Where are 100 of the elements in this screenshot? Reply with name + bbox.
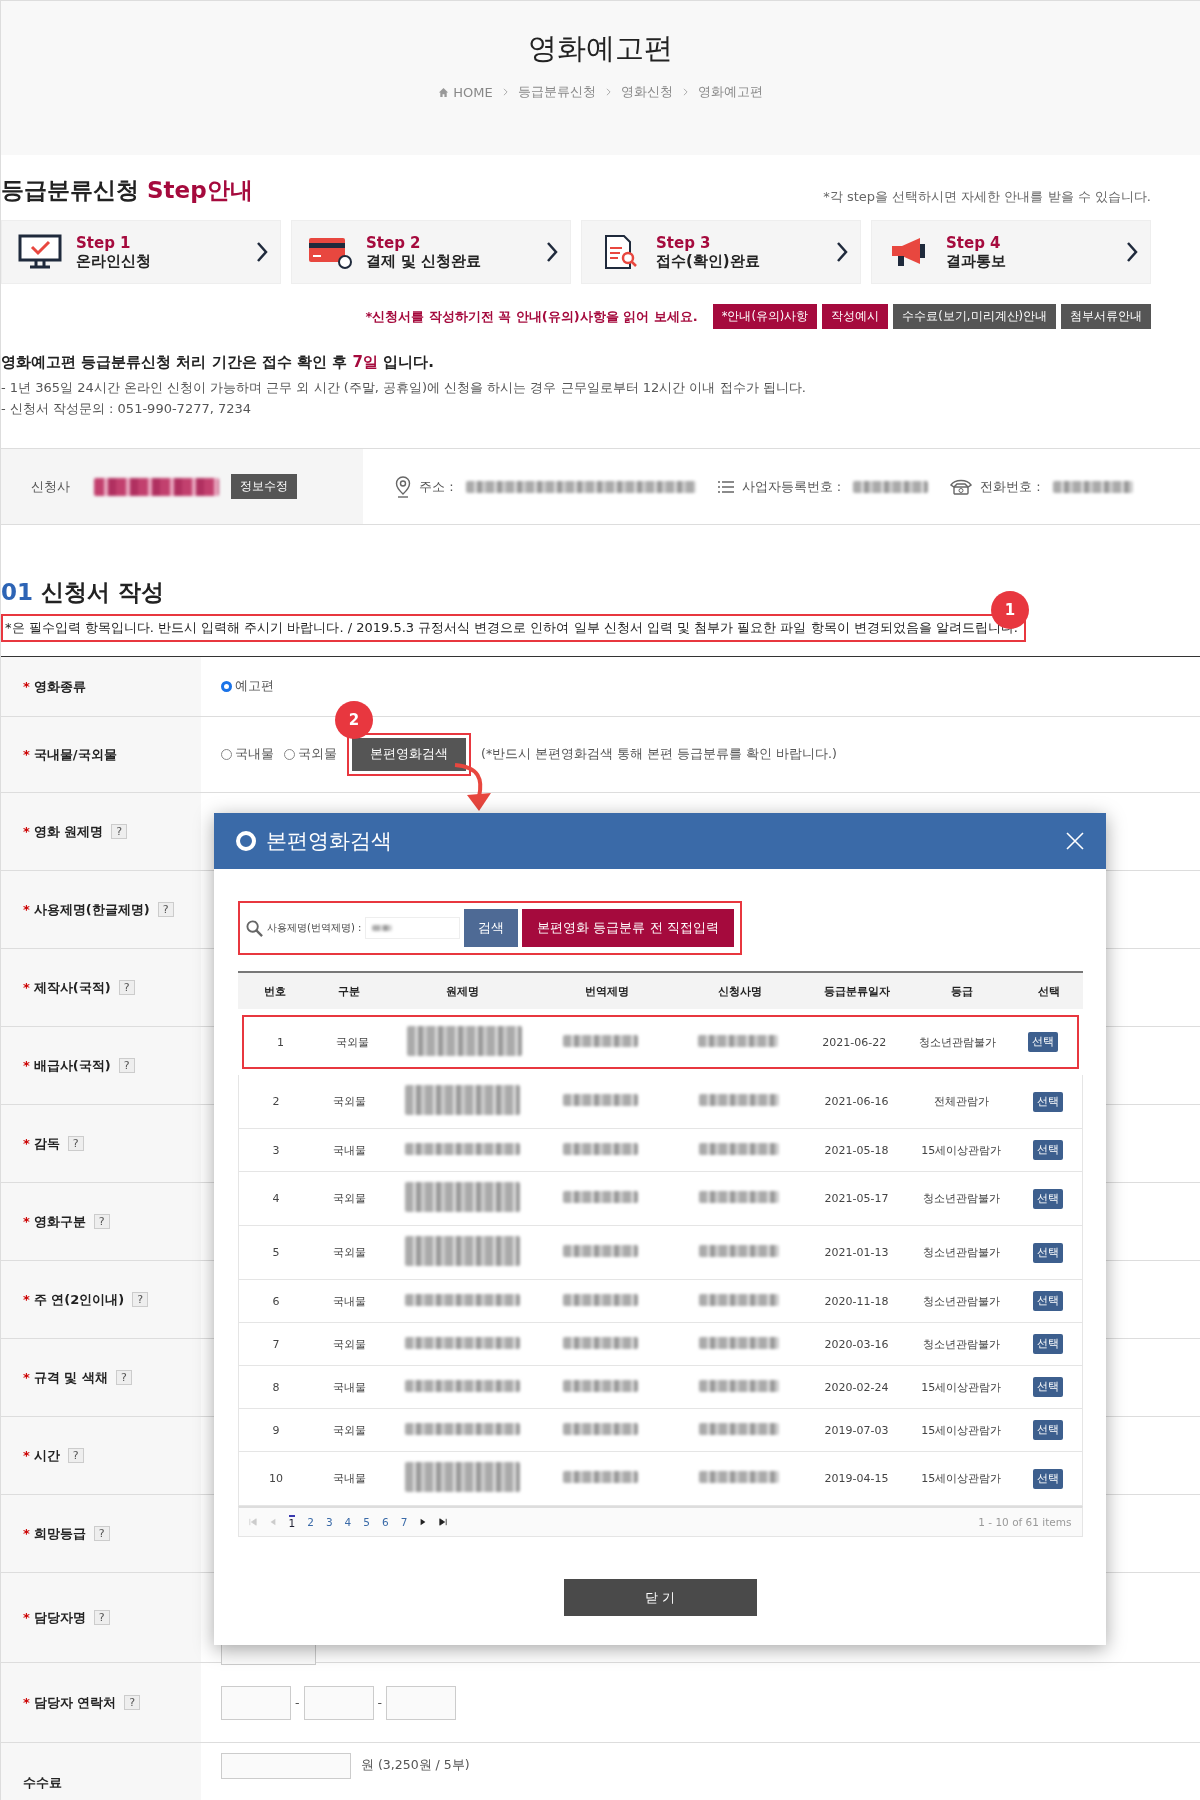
step-number: Step 1 (76, 233, 132, 252)
search-button[interactable]: 검색 (464, 909, 519, 947)
chevron-right-icon (836, 241, 848, 263)
help-button[interactable]: ? (118, 980, 135, 995)
help-button[interactable]: ? (93, 1526, 110, 1541)
select-button[interactable]: 선택 (1032, 1091, 1063, 1112)
help-button[interactable]: ? (67, 1448, 84, 1463)
page-summary: 1 - 10 of 61 items (978, 1516, 1072, 1528)
help-button[interactable]: ? (93, 1214, 110, 1229)
radio-option[interactable]: 국내물 (221, 746, 274, 763)
required-notice: *은 필수입력 항목입니다. 반드시 입력해 주시기 바랍니다. / 2019.5.3 규정서식 변경으로 인하여 일부 신청서 입력 및 첨부가 필요한 파일 항목이 변경되었음을 알려드립니다. (1, 614, 1026, 642)
page-link[interactable]: 4 (344, 1516, 352, 1528)
notice-text: *신청서를 작성하기전 꼭 안내(유의)사항을 읽어 보세요. (365, 307, 698, 326)
table-row[interactable]: 8 국내물 2020-02-24 15세이상관람가 선택 (237, 1366, 1083, 1409)
chevron-right-icon (682, 88, 688, 96)
page-link[interactable]: 5 (363, 1516, 370, 1528)
guide-button[interactable]: 첨부서류안내 (1061, 304, 1151, 329)
required-mark: * (23, 1370, 30, 1385)
step-card[interactable]: Step 1 온라인신청 (1, 220, 281, 284)
select-button[interactable]: 선택 (1028, 1032, 1058, 1052)
page-link[interactable]: 7 (400, 1516, 408, 1528)
help-button[interactable]: ? (132, 1292, 149, 1307)
phone-input[interactable] (221, 1685, 291, 1720)
step-card[interactable]: Step 3 접수(확인)완료 (581, 220, 861, 284)
table-cell-text: 청소년관람불가 (921, 1245, 1001, 1260)
table-cell-text: 15세이상관람가 (920, 1379, 1003, 1395)
select-button[interactable]: 선택 (1032, 1334, 1063, 1354)
field-label: 영화종류 (33, 677, 86, 696)
radio-option[interactable]: 국외물 (284, 746, 337, 763)
table-cell-text: 2021-05-17 (823, 1192, 890, 1205)
table-row[interactable]: 1 국외물 2021-06-22 청소년관람불가 선택 (241, 1015, 1079, 1069)
table-row[interactable]: 6 국내물 2020-11-18 청소년관람불가 선택 (237, 1280, 1083, 1323)
field-label: 담당자 연락처 (33, 1693, 117, 1712)
select-button[interactable]: 선택 (1032, 1291, 1063, 1311)
table-row[interactable]: 9 국외물 2019-07-03 15세이상관람가 선택 (237, 1409, 1083, 1452)
separator-text: - (377, 1695, 383, 1710)
select-button[interactable]: 선택 (1032, 1377, 1063, 1397)
home-icon (438, 86, 450, 98)
radio-option[interactable]: 예고편 (221, 678, 274, 695)
close-button[interactable]: 닫 기 (563, 1579, 757, 1616)
fee-input[interactable] (221, 1753, 351, 1779)
select-button[interactable]: 선택 (1032, 1420, 1063, 1440)
chevron-right-icon (605, 88, 611, 96)
field-label: 감독 (33, 1134, 60, 1153)
field-label: 제작사(국적) (33, 978, 111, 997)
table-row[interactable]: 5 국외물 2021-01-13 청소년관람불가 선택 (237, 1226, 1083, 1280)
phone-input[interactable] (386, 1685, 457, 1720)
phone-input[interactable] (303, 1685, 374, 1720)
help-button[interactable]: ? (124, 1695, 141, 1710)
page-link[interactable]: 1 (288, 1515, 296, 1529)
search-field[interactable] (365, 917, 461, 939)
step-label: 접수(확인)완료 (656, 251, 761, 271)
step-card[interactable]: Step 2 결제 및 신청완료 (291, 220, 571, 284)
direct-input-button[interactable]: 본편영화 등급분류 전 직접입력 (522, 909, 734, 947)
select-button[interactable]: 선택 (1032, 1140, 1063, 1160)
edit-info-button[interactable]: 정보수정 (231, 474, 297, 499)
page-link[interactable]: 6 (381, 1516, 389, 1528)
table-cell-text: 국외물 (331, 1336, 367, 1352)
step-label: 온라인신청 (76, 251, 152, 271)
help-button[interactable]: ? (118, 1058, 135, 1073)
help-button[interactable]: ? (67, 1136, 84, 1151)
breadcrumb-link[interactable]: 영화신청 (620, 83, 673, 101)
previous-page-icon[interactable] (268, 1518, 277, 1526)
page-link[interactable]: 2 (307, 1516, 314, 1528)
help-button[interactable]: ? (115, 1370, 132, 1385)
required-mark: * (23, 1214, 30, 1229)
required-mark: * (23, 1695, 30, 1710)
table-cell-text: 국내물 (331, 1471, 367, 1486)
field-label: 사용제명(한글제명) (33, 900, 150, 919)
table-cell-text: 2019-07-03 (823, 1423, 890, 1437)
required-mark: * (23, 1526, 30, 1541)
help-button[interactable]: ? (157, 902, 174, 917)
chevron-right-icon (546, 241, 558, 263)
guide-button[interactable]: *안내(유의)사항 (712, 304, 818, 329)
page-link[interactable]: 3 (325, 1516, 333, 1528)
breadcrumb-link[interactable]: 영화예고편 (697, 83, 763, 101)
table-row[interactable]: 3 국내물 2021-05-18 15세이상관람가 선택 (237, 1129, 1083, 1172)
help-button[interactable]: ? (111, 824, 128, 839)
table-row[interactable]: 7 국외물 2020-03-16 청소년관람불가 선택 (237, 1323, 1083, 1366)
next-page-icon[interactable] (419, 1518, 428, 1526)
close-icon[interactable] (1066, 832, 1084, 850)
required-mark: * (23, 980, 30, 995)
breadcrumb-link[interactable]: 등급분류신청 (517, 83, 596, 101)
first-page-icon[interactable] (248, 1518, 257, 1526)
select-button[interactable]: 선택 (1032, 1242, 1063, 1263)
table-cell-text: 8 (271, 1380, 281, 1394)
table-cell-text: 6 (271, 1294, 281, 1308)
guide-button[interactable]: 수수료(보기,미리계산)안내 (893, 304, 1056, 329)
movie-search-button[interactable]: 본편영화검색 (352, 738, 466, 771)
table-row[interactable]: 4 국외물 2021-05-17 청소년관람불가 선택 (237, 1172, 1083, 1226)
guide-button[interactable]: 작성예시 (822, 304, 889, 329)
select-button[interactable]: 선택 (1032, 1188, 1063, 1209)
table-row[interactable]: 2 국외물 2021-06-16 전체관람가 선택 (237, 1075, 1083, 1129)
help-button[interactable]: ? (93, 1610, 110, 1625)
table-cell-text: 10 (267, 1472, 284, 1485)
processing-headline: 영화예고편 등급분류신청 처리 기간은 접수 확인 후 7일 입니다. (1, 353, 435, 372)
last-page-icon[interactable] (439, 1518, 448, 1526)
step-label: 결과통보 (946, 251, 1007, 271)
step-card[interactable]: Step 4 결과통보 (871, 220, 1151, 284)
select-button[interactable]: 선택 (1032, 1468, 1063, 1489)
